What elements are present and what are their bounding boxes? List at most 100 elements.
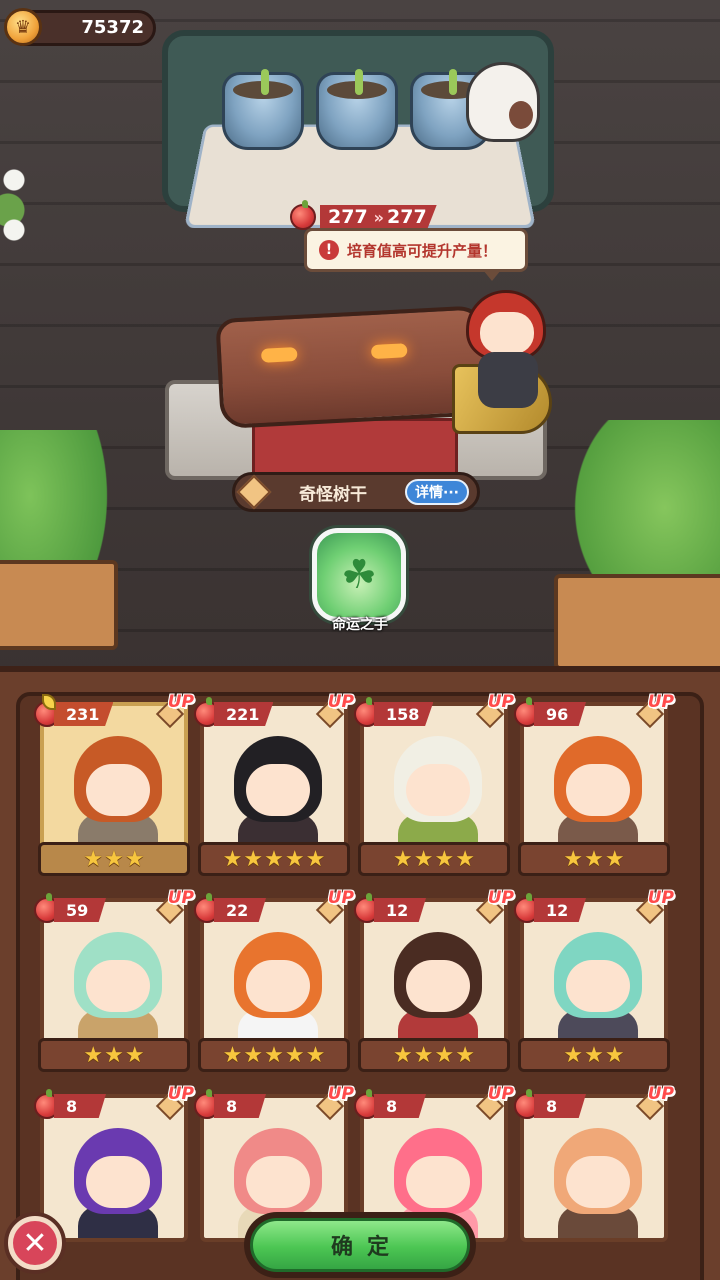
star-icon: ★ [264,846,284,872]
star-icon: ★ [284,846,305,872]
up-label: UP [647,692,674,712]
star-rating: ★ ★ ★ [518,842,670,876]
up-label: UP [167,1084,194,1104]
character-card[interactable]: ★ ★ ★ 59 UP [34,888,194,1074]
star-icon: ★ [455,1042,475,1068]
growth-value-badge: 12 [354,893,426,924]
star-rating: ★ ★ ★ [518,1038,670,1072]
growth-value: 8 [374,1094,426,1118]
up-label: UP [327,1084,354,1104]
growth-value-badge: 158 [354,697,434,728]
seedling-pot[interactable] [222,69,304,150]
star-rating: ★ ★ ★ ★ ★ [198,1038,350,1072]
up-label: UP [487,692,514,712]
gem-icon [236,474,272,510]
close-icon: ✕ [13,1221,57,1265]
upgrade-badge: UP [150,692,194,729]
red-cloth [252,418,458,476]
star-icon: ★ [604,846,625,872]
star-rating: ★ ★ ★ [38,1038,190,1072]
star-rating: ★ ★ ★ ★ ★ [198,842,350,876]
upgrade-badge: UP [150,1084,194,1121]
star-icon: ★ [222,846,243,872]
character-card[interactable]: ★ ★ ★ 96 UP [514,692,674,878]
tip-bubble: ! 培育值高可提升产量！ [304,228,528,281]
character-card[interactable]: ★ ★ ★ ★ ★ 221 UP [194,692,354,878]
star-icon: ★ [393,846,413,872]
close-button[interactable]: ✕ [4,1212,66,1274]
item-name: 奇怪树干 [299,484,367,505]
planter-right [554,574,720,670]
star-icon: ★ [563,1042,584,1068]
star-rating: ★ ★ ★ [38,842,190,876]
star-icon: ★ [104,846,124,872]
skill-button[interactable]: ☘ [312,528,406,622]
growth-value-badge: 8 [514,1089,586,1120]
confirm-button[interactable]: 确定 [250,1218,470,1272]
confirm-button-frame: 确定 [244,1212,476,1278]
upgrade-badge: UP [310,692,354,729]
growth-value: 8 [534,1094,586,1118]
star-icon: ★ [455,846,475,872]
star-icon: ★ [434,1042,455,1068]
star-icon: ★ [124,1042,145,1068]
star-rating: ★ ★ ★ ★ [358,1038,510,1072]
growth-value-badge: 59 [34,893,106,924]
up-label: UP [487,1084,514,1104]
upgrade-badge: UP [630,888,674,925]
upgrade-badge: UP [310,1084,354,1121]
character-card[interactable]: ★ ★ ★ 231 UP [34,692,194,878]
up-label: UP [487,888,514,908]
star-icon: ★ [305,1042,326,1068]
character-card[interactable]: 8 UP [514,1084,674,1270]
flowers-decoration [0,150,40,290]
arrow-icon: » [373,207,384,227]
apple-icon [290,200,316,230]
character-card[interactable]: ★ ★ ★ ★ ★ 22 UP [194,888,354,1074]
growth-value: 8 [54,1094,106,1118]
detail-button[interactable]: 详情··· [405,479,469,505]
seedling-pot[interactable] [316,69,398,150]
star-icon: ★ [563,846,584,872]
growth-current: 277 [328,206,368,228]
star-icon: ★ [413,846,434,872]
roster-grid: ★ ★ ★ 231 UP ★ ★ ★ ★ ★ 221 UP ★ ★ ★ ★ 158 UP ★ ★ ★ 96 UP ★ ★ ★ 59 U… [34,692,686,1270]
upgrade-badge: UP [630,692,674,729]
star-icon: ★ [264,1042,284,1068]
star-icon: ★ [243,1042,264,1068]
upgrade-badge: UP [630,1084,674,1121]
star-icon: ★ [243,846,264,872]
growth-value: 59 [54,898,106,922]
growth-next: 277 [387,206,427,228]
growth-value: 12 [374,898,426,922]
tip-text: 培育值高可提升产量！ [347,241,498,260]
character-card[interactable]: ★ ★ ★ ★ 158 UP [354,692,514,878]
up-label: UP [647,888,674,908]
upgrade-badge: UP [310,888,354,925]
growth-value-badge: 8 [194,1089,266,1120]
red-hair-character [458,290,554,430]
star-icon: ★ [434,846,455,872]
star-icon: ★ [604,1042,625,1068]
growth-value: 231 [54,702,114,726]
growth-value: 8 [214,1094,266,1118]
upgrade-badge: UP [470,888,514,925]
planter-left [0,560,118,650]
star-icon: ★ [284,1042,305,1068]
up-label: UP [647,1084,674,1104]
crown-icon: ♛ [4,8,42,46]
star-icon: ★ [83,846,104,872]
growth-value-badge: 96 [514,697,586,728]
growth-value: 22 [214,898,266,922]
up-label: UP [167,888,194,908]
upgrade-badge: UP [150,888,194,925]
warning-icon: ! [319,240,339,260]
character-card[interactable]: ★ ★ ★ 12 UP [514,888,674,1074]
character-card[interactable]: ★ ★ ★ ★ 12 UP [354,888,514,1074]
clover-icon: ☘ [341,552,377,598]
star-icon: ★ [104,1042,124,1068]
ghost-pet [466,62,540,142]
star-icon: ★ [222,1042,243,1068]
star-icon: ★ [413,1042,434,1068]
upgrade-badge: UP [470,692,514,729]
